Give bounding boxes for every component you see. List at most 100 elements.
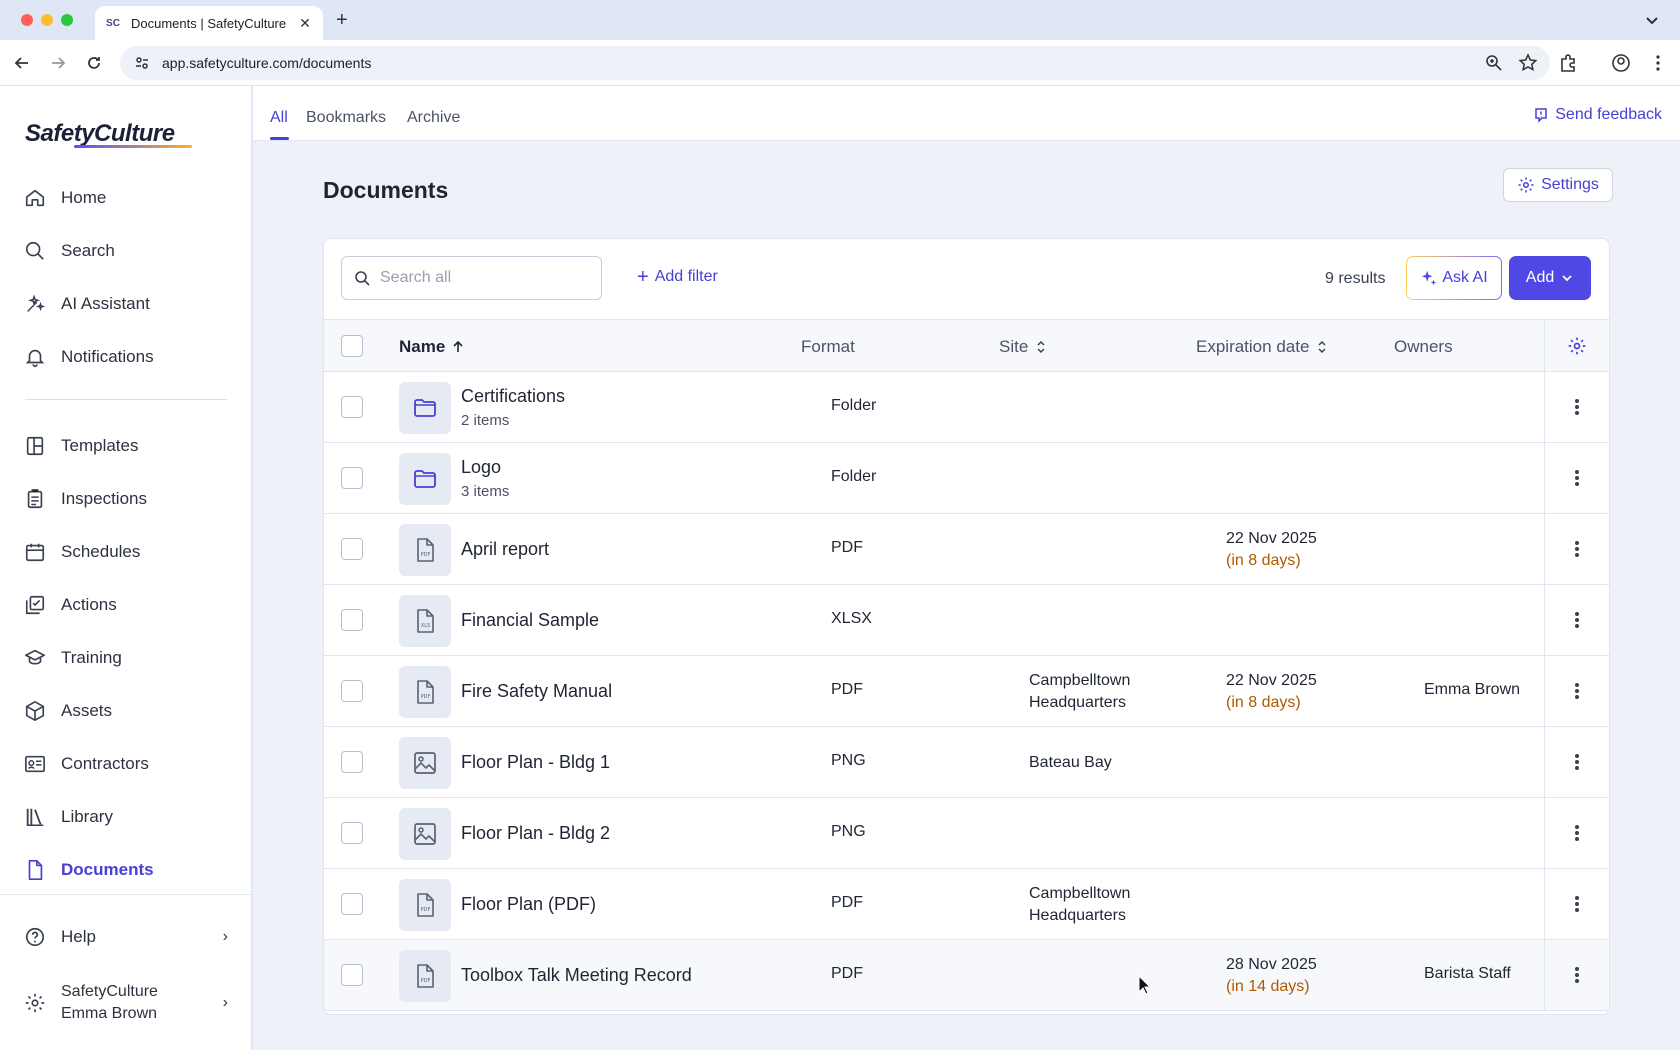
ask-ai-button[interactable]: Ask AI <box>1406 256 1502 300</box>
settings-label: Settings <box>1541 176 1599 193</box>
checklist-icon <box>25 595 45 615</box>
column-header-name[interactable]: Name <box>399 337 465 357</box>
browser-menu-icon[interactable] <box>1648 53 1668 73</box>
select-all-checkbox[interactable] <box>341 335 363 357</box>
site-info-icon[interactable] <box>134 55 150 71</box>
table-row[interactable]: Floor Plan - Bldg 2 PNG <box>324 798 1609 869</box>
sidebar-item-documents[interactable]: Documents <box>12 849 240 891</box>
safetyculture-logo[interactable]: SafetyCulture <box>25 120 175 148</box>
sidebar-item-ai-assistant[interactable]: AI Assistant <box>12 283 240 325</box>
search-box[interactable] <box>341 256 602 300</box>
address-bar[interactable]: app.safetyculture.com/documents <box>120 46 1550 80</box>
more-options-icon[interactable] <box>1567 609 1587 631</box>
sidebar-item-home[interactable]: Home <box>12 177 240 219</box>
back-arrow-icon[interactable] <box>12 53 32 73</box>
more-options-icon[interactable] <box>1567 538 1587 560</box>
tab-all[interactable]: All <box>270 109 288 127</box>
sidebar-item-schedules[interactable]: Schedules <box>12 531 240 573</box>
minimize-window-button[interactable] <box>41 14 53 26</box>
row-checkbox[interactable] <box>341 396 363 418</box>
browser-tab-strip: SC Documents | SafetyCulture ✕ + <box>0 0 1680 40</box>
extensions-icon[interactable] <box>1558 53 1578 73</box>
tab-archive[interactable]: Archive <box>407 109 460 127</box>
account-menu[interactable]: SafetyCulture Emma Brown › <box>12 978 240 1028</box>
new-tab-icon[interactable]: + <box>336 9 348 32</box>
sidebar-item-label: Home <box>61 188 107 207</box>
browser-tab[interactable]: SC Documents | SafetyCulture ✕ <box>95 6 323 40</box>
row-checkbox[interactable] <box>341 751 363 773</box>
document-format: PDF <box>831 965 863 982</box>
document-name[interactable]: Certifications <box>461 386 565 407</box>
row-checkbox[interactable] <box>341 822 363 844</box>
column-header-site[interactable]: Site <box>999 337 1048 357</box>
row-checkbox[interactable] <box>341 964 363 986</box>
document-name[interactable]: Floor Plan - Bldg 2 <box>461 823 610 844</box>
document-name[interactable]: Financial Sample <box>461 610 599 631</box>
pdf-file-icon: PDF <box>399 879 451 931</box>
sidebar-item-assets[interactable]: Assets <box>12 690 240 732</box>
row-checkbox[interactable] <box>341 680 363 702</box>
table-row[interactable]: Logo 3 items Folder <box>324 443 1609 514</box>
settings-button[interactable]: Settings <box>1503 168 1613 202</box>
sidebar-item-search[interactable]: Search <box>12 230 240 272</box>
column-header-expiration[interactable]: Expiration date <box>1196 337 1329 357</box>
sidebar-item-notifications[interactable]: Notifications <box>12 336 240 378</box>
document-name[interactable]: Toolbox Talk Meeting Record <box>461 965 692 986</box>
table-row[interactable]: XLS Financial Sample XLSX <box>324 585 1609 656</box>
row-checkbox[interactable] <box>341 609 363 631</box>
clipboard-icon <box>27 489 43 509</box>
zoom-icon[interactable] <box>1484 53 1504 73</box>
sidebar-item-training[interactable]: Training <box>12 637 240 679</box>
more-options-icon[interactable] <box>1567 822 1587 844</box>
more-options-icon[interactable] <box>1567 964 1587 986</box>
sidebar-item-actions[interactable]: Actions <box>12 584 240 626</box>
sidebar-item-contractors[interactable]: Contractors <box>12 743 240 785</box>
row-checkbox[interactable] <box>341 467 363 489</box>
document-name[interactable]: Logo <box>461 457 501 478</box>
document-name[interactable]: April report <box>461 539 549 560</box>
more-options-icon[interactable] <box>1567 893 1587 915</box>
search-input[interactable] <box>380 269 580 287</box>
tab-search-chevron-icon[interactable] <box>1642 10 1662 30</box>
row-checkbox[interactable] <box>341 893 363 915</box>
add-label: Add <box>1525 269 1555 286</box>
svg-text:PDF: PDF <box>421 552 431 558</box>
profile-icon[interactable] <box>1611 53 1631 73</box>
add-button[interactable]: Add <box>1509 256 1591 300</box>
chevron-down-icon <box>1562 275 1572 282</box>
forward-arrow-icon[interactable] <box>48 53 68 73</box>
table-row[interactable]: PDF Fire Safety Manual PDF Campbelltown … <box>324 656 1609 727</box>
document-name[interactable]: Fire Safety Manual <box>461 681 612 702</box>
close-window-button[interactable] <box>21 14 33 26</box>
document-format: PDF <box>831 894 863 911</box>
url-text: app.safetyculture.com/documents <box>162 55 372 71</box>
table-row[interactable]: Certifications 2 items Folder <box>324 372 1609 443</box>
row-checkbox[interactable] <box>341 538 363 560</box>
bookmark-star-icon[interactable] <box>1518 53 1538 73</box>
table-row[interactable]: Floor Plan - Bldg 1 PNG Bateau Bay <box>324 727 1609 798</box>
sidebar-item-inspections[interactable]: Inspections <box>12 478 240 520</box>
home-icon <box>25 189 45 207</box>
sidebar-item-help[interactable]: Help › <box>12 916 240 958</box>
more-options-icon[interactable] <box>1567 680 1587 702</box>
add-filter-button[interactable]: + Add filter <box>637 267 718 287</box>
send-feedback-link[interactable]: Send feedback <box>1533 106 1662 124</box>
table-row[interactable]: PDF Floor Plan (PDF) PDF Campbelltown He… <box>324 869 1609 940</box>
document-name[interactable]: Floor Plan (PDF) <box>461 894 596 915</box>
sidebar-item-library[interactable]: Library <box>12 796 240 838</box>
table-row[interactable]: PDF April report PDF 22 Nov 2025 (in 8 d… <box>324 514 1609 585</box>
document-name[interactable]: Floor Plan - Bldg 1 <box>461 752 610 773</box>
tab-bookmarks[interactable]: Bookmarks <box>306 109 386 127</box>
column-settings-gear-icon[interactable] <box>1567 336 1587 356</box>
sidebar-item-label: Schedules <box>61 542 141 561</box>
close-tab-icon[interactable]: ✕ <box>297 15 313 32</box>
more-options-icon[interactable] <box>1567 467 1587 489</box>
sidebar-item-templates[interactable]: Templates <box>12 425 240 467</box>
reload-icon[interactable] <box>84 53 104 73</box>
table-row[interactable]: PDF Toolbox Talk Meeting Record PDF 28 N… <box>324 940 1609 1011</box>
expiration-relative: (in 8 days) <box>1226 694 1301 711</box>
maximize-window-button[interactable] <box>61 14 73 26</box>
more-options-icon[interactable] <box>1567 396 1587 418</box>
sidebar-item-label: Library <box>61 807 113 826</box>
more-options-icon[interactable] <box>1567 751 1587 773</box>
